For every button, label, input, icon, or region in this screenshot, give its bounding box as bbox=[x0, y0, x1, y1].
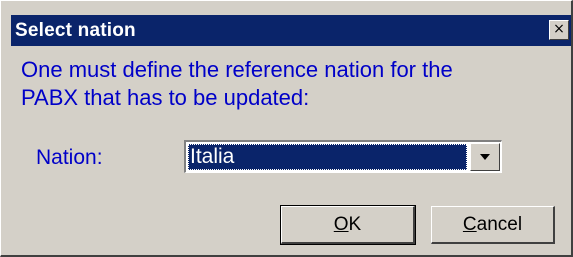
select-nation-dialog: Select nation × One must define the refe… bbox=[0, 0, 573, 257]
ok-button[interactable]: OK bbox=[280, 205, 416, 245]
window-title: Select nation bbox=[15, 19, 136, 41]
message-line-2: PABX that has to be updated: bbox=[21, 85, 310, 110]
close-button[interactable]: × bbox=[549, 20, 569, 40]
instruction-message: One must define the reference nation for… bbox=[21, 56, 566, 112]
cancel-button[interactable]: Cancel bbox=[431, 206, 555, 244]
cancel-button-mnemonic: C bbox=[462, 213, 477, 235]
message-line-1: One must define the reference nation for… bbox=[21, 57, 453, 82]
close-icon: × bbox=[553, 21, 565, 37]
ok-button-mnemonic: O bbox=[333, 213, 349, 235]
nation-dropdown-button[interactable] bbox=[470, 143, 500, 171]
nation-select[interactable]: Italia bbox=[184, 140, 502, 173]
nation-label: Nation: bbox=[36, 146, 103, 169]
nation-selected-value[interactable]: Italia bbox=[188, 144, 467, 170]
ok-button-label: K bbox=[348, 213, 362, 235]
chevron-down-icon bbox=[480, 154, 490, 160]
cancel-button-label: ancel bbox=[476, 213, 523, 235]
title-bar[interactable]: Select nation × bbox=[11, 15, 571, 46]
